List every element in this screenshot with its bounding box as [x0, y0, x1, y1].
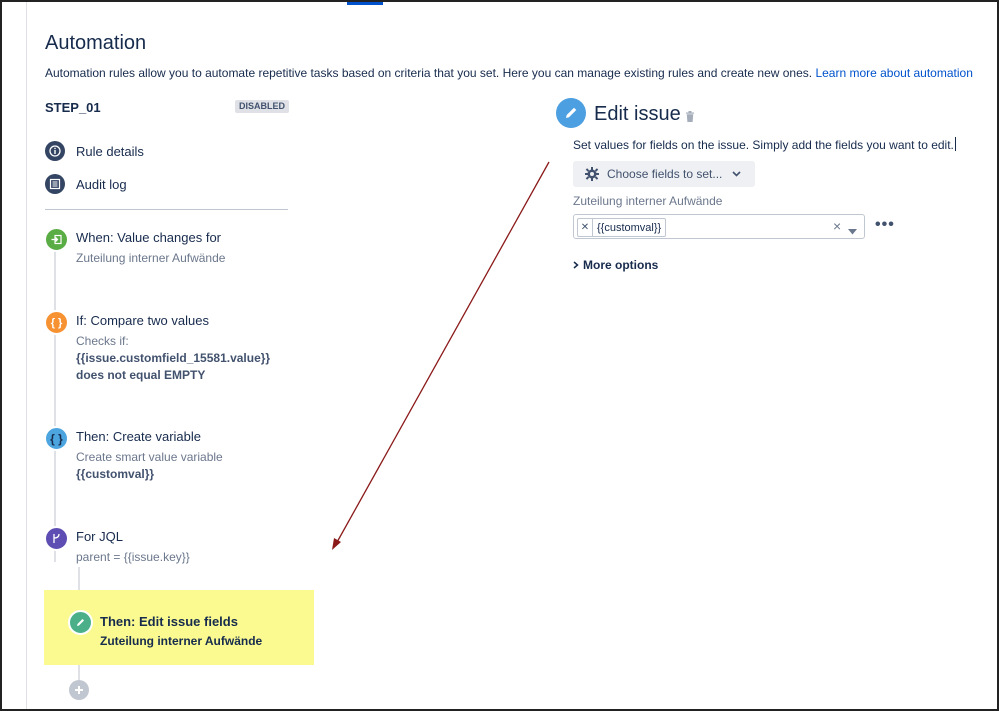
nav-rule-details[interactable]: Rule details — [45, 141, 144, 161]
trash-icon[interactable] — [685, 109, 695, 127]
page-description: Automation rules allow you to automate r… — [45, 66, 973, 80]
more-actions-icon[interactable]: ••• — [875, 216, 895, 234]
step-variable-title: Then: Create variable — [76, 429, 202, 444]
more-options-label: More options — [583, 258, 659, 272]
step-branch-title: For JQL — [76, 529, 123, 544]
page-title: Automation — [45, 32, 147, 54]
left-panel-edge — [26, 2, 27, 709]
step-condition-title: If: Compare two values — [76, 313, 209, 328]
learn-more-link[interactable]: Learn more about automation — [815, 66, 972, 80]
panel-description-text: Set values for fields on the issue. Simp… — [573, 138, 954, 152]
rule-name: STEP_01 — [45, 100, 101, 115]
step-condition-sub: Checks if: {{issue.customfield_15581.val… — [76, 333, 270, 384]
nav-rule-details-label: Rule details — [76, 143, 144, 159]
list-icon — [45, 174, 65, 194]
value-tag: ✕ {{customval}} — [577, 218, 667, 237]
step-edit-sub: Zuteilung interner Aufwände — [100, 634, 263, 648]
gear-icon — [585, 167, 599, 181]
nav-audit-log[interactable]: Audit log — [45, 174, 127, 194]
remove-tag-icon[interactable]: ✕ — [578, 219, 593, 236]
variable-braces-icon: { } — [44, 426, 69, 451]
condition-checks-label: Checks if: — [76, 334, 129, 348]
step-variable-sub: Create smart value variable {{customval}… — [76, 449, 223, 483]
step-edit-title: Then: Edit issue fields — [100, 614, 238, 629]
step-trigger-sub: Zuteilung interner Aufwände — [76, 251, 226, 265]
clear-icon[interactable]: × — [833, 218, 841, 234]
dropdown-caret-icon[interactable] — [848, 222, 857, 240]
info-icon — [45, 141, 65, 161]
edit-issue-pencil-icon — [556, 98, 586, 128]
panel-description: Set values for fields on the issue. Simp… — [573, 137, 956, 152]
branch-icon — [44, 526, 69, 551]
add-component-button[interactable] — [69, 680, 89, 700]
timeline-line — [54, 242, 56, 562]
nav-audit-log-label: Audit log — [76, 176, 127, 192]
field-value-select[interactable]: ✕ {{customval}} × — [573, 214, 865, 239]
chevron-down-icon — [732, 171, 741, 177]
condition-operator: does not equal EMPTY — [76, 368, 206, 382]
trigger-icon — [44, 227, 69, 252]
condition-field: {{issue.customfield_15581.value}} — [76, 351, 271, 365]
text-cursor — [954, 137, 956, 151]
pencil-icon — [68, 610, 93, 635]
top-tab-indicator — [347, 2, 383, 5]
chevron-right-icon — [573, 261, 579, 269]
variable-name: {{customval}} — [76, 467, 155, 481]
condition-icon: { } — [44, 310, 69, 335]
choose-fields-label: Choose fields to set... — [607, 167, 723, 181]
nav-divider — [45, 209, 288, 210]
variable-desc: Create smart value variable — [76, 450, 223, 464]
more-options-toggle[interactable]: More options — [573, 258, 658, 272]
choose-fields-button[interactable]: Choose fields to set... — [573, 161, 755, 187]
plus-icon — [75, 686, 83, 694]
app-frame: Automation Automation rules allow you to… — [0, 0, 999, 711]
value-tag-text: {{customval}} — [597, 221, 662, 234]
step-trigger-title: When: Value changes for — [76, 230, 222, 245]
status-badge: DISABLED — [235, 100, 290, 113]
panel-title: Edit issue — [594, 103, 681, 125]
page-description-text: Automation rules allow you to automate r… — [45, 66, 813, 80]
field-label: Zuteilung interner Aufwände — [573, 194, 723, 208]
step-branch-sub: parent = {{issue.key}} — [76, 550, 190, 564]
